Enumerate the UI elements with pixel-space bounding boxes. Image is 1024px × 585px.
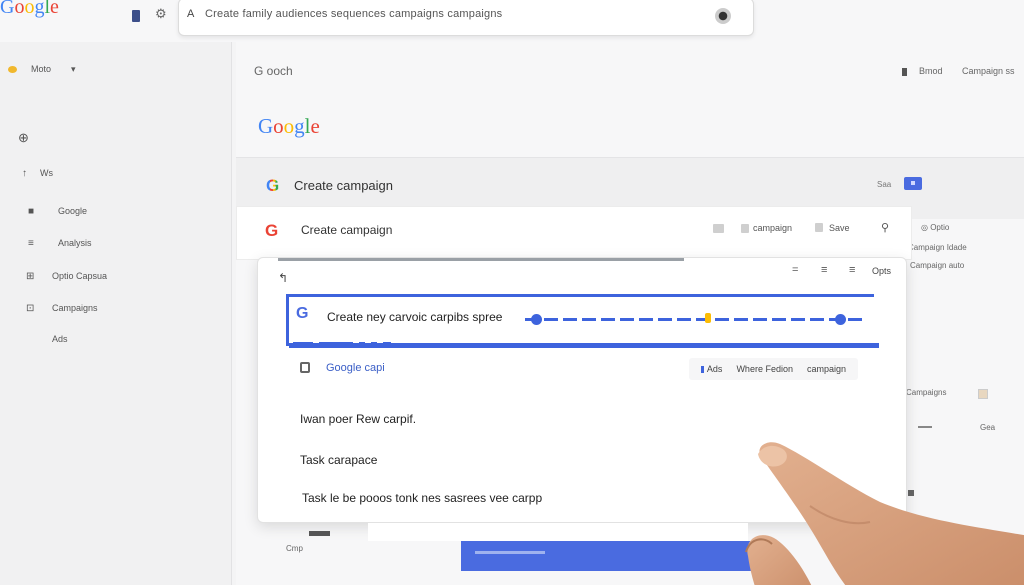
options-link[interactable]: Opts — [872, 266, 891, 276]
google-logo-main: Google — [258, 114, 320, 138]
list-icon: ≡ — [28, 238, 34, 249]
voice-search-icon[interactable] — [715, 8, 731, 24]
square-icon[interactable] — [815, 223, 823, 232]
grid-icon: ⊞ — [26, 271, 35, 282]
minimize-icon[interactable]: = — [792, 264, 798, 276]
search-box[interactable]: A Create family audiences sequences camp… — [178, 0, 754, 36]
small-label: Cmp — [286, 544, 303, 553]
save-label: Saa — [877, 180, 892, 189]
dialog-toolbar: Google capi Ads Where Fedion campaign — [286, 354, 870, 384]
sidebar-item-campaigns[interactable]: ⊡ Campaigns — [26, 303, 98, 314]
header-link-campaigns[interactable]: Campaign ss — [962, 66, 1015, 76]
doc-icon: ⊡ — [26, 303, 35, 314]
back-icon[interactable]: ↰ — [278, 271, 288, 285]
bookmark-icon[interactable] — [132, 10, 140, 22]
search-icon: A — [187, 8, 195, 20]
slider-handle-end[interactable] — [835, 314, 846, 325]
button-label-line — [475, 551, 545, 554]
brand-label[interactable]: Google capi — [326, 362, 385, 374]
prompt-field[interactable]: G Create ney carvoic carpibs spree — [286, 294, 879, 348]
campaign-button[interactable]: campaign — [807, 364, 846, 374]
menu-icon — [902, 67, 907, 76]
ghost-square-icon — [908, 490, 914, 496]
search-icon[interactable]: ⚲ — [881, 221, 889, 234]
account-dot-icon — [8, 66, 17, 74]
ghost-image-icon — [978, 389, 988, 399]
card-title: Create campaign — [301, 223, 393, 237]
ghost-gea: Gea — [980, 423, 996, 432]
top-bar: Google ⚙ A Create family audiences seque… — [0, 0, 1024, 42]
sidebar-item-account[interactable]: Moto ▾ — [8, 64, 76, 75]
loading-bar — [525, 318, 865, 321]
divider — [309, 531, 330, 536]
menu-icon[interactable]: ≡ — [849, 264, 855, 276]
dialog-footer — [368, 523, 748, 541]
toolbar-actions: Ads Where Fedion campaign — [688, 358, 858, 380]
copy-icon[interactable] — [300, 362, 310, 373]
sidebar-item-google[interactable]: ■ Google — [28, 206, 87, 217]
prompt-underline — [289, 343, 879, 348]
list-icon[interactable]: ≡ — [821, 264, 827, 276]
slider-handle-start[interactable] — [531, 314, 542, 325]
google-g-icon-blue: G — [296, 305, 309, 322]
ghost-campaign-idade: Campaign Idade — [908, 243, 967, 252]
slider-marker — [705, 313, 711, 323]
header-link-bmod[interactable]: Bmod — [902, 66, 943, 76]
settings-icon[interactable]: ⚙ — [155, 6, 167, 22]
google-g-icon: G — [266, 176, 280, 195]
ghost-campaigns: Campaigns — [906, 388, 947, 397]
prompt-tags — [293, 333, 397, 351]
campaign-link[interactable]: campaign — [753, 223, 792, 233]
breadcrumb[interactable]: G ooch — [254, 64, 293, 78]
sidebar-item-options[interactable]: ⊞ Optio Capsua — [26, 271, 107, 282]
dialog-line-2: Task carapace — [300, 453, 378, 467]
sidebar-item-ws[interactable]: ↑ Ws — [22, 168, 53, 179]
create-button[interactable] — [461, 541, 751, 571]
google-logo[interactable]: Google — [0, 0, 59, 19]
save-button[interactable] — [904, 177, 922, 190]
google-g-icon-red: G — [265, 221, 279, 240]
where-button[interactable]: Where Fedion — [736, 364, 793, 374]
ghost-divider — [918, 426, 932, 428]
page-title: Create campaign — [294, 178, 393, 193]
sidebar: Moto ▾ ⊕ ↑ Ws ■ Google ≡ Analysis ⊞ Optio Cap… — [0, 42, 232, 585]
square-icon: ■ — [28, 206, 35, 217]
create-campaign-card: G Create campaign campaign Save ⚲ — [236, 206, 912, 260]
dialog-progress — [278, 258, 684, 261]
copy-icon[interactable] — [713, 224, 724, 233]
save-link[interactable]: Save — [829, 223, 850, 233]
dialog-line-1: Iwan poer Rew carpif. — [300, 412, 417, 426]
globe-icon[interactable]: ⊕ — [18, 130, 29, 146]
search-input[interactable]: Create family audiences sequences campai… — [205, 8, 502, 20]
dialog-line-3: Task le be pooos tonk nes sasrees vee ca… — [302, 491, 543, 505]
ghost-options[interactable]: ◎ Optio — [921, 223, 949, 232]
create-campaign-dialog: ↰ = ≡ ≡ Opts G Create ney carvoic carpib… — [257, 257, 907, 523]
sidebar-item-ads[interactable]: Ads — [52, 334, 68, 344]
sidebar-item-analysis[interactable]: ≡ Analysis — [28, 238, 92, 249]
ghost-campaign-auto: Campaign auto — [910, 261, 965, 270]
prompt-input[interactable]: Create ney carvoic carpibs spree — [327, 310, 502, 324]
ads-button[interactable]: Ads — [701, 364, 723, 374]
caret-icon: ↑ — [22, 168, 27, 179]
square-icon[interactable] — [741, 224, 749, 233]
